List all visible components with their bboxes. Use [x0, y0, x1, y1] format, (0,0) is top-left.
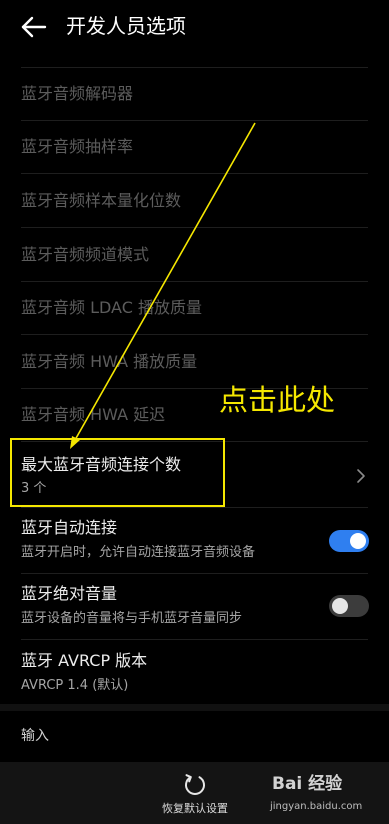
annotation-label: 点击此处 [219, 383, 336, 417]
annotation-highlight-box [10, 438, 225, 507]
